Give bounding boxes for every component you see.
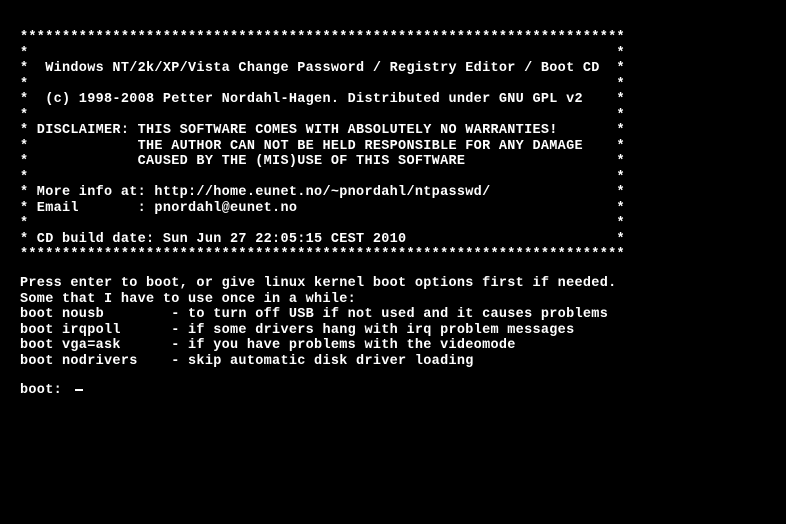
banner-row: * More info at: http://home.eunet.no/~pn… xyxy=(20,185,766,201)
instructions-intro: Some that I have to use once in a while: xyxy=(20,292,766,308)
banner-row: * * xyxy=(20,46,766,62)
banner-row: * CAUSED BY THE (MIS)USE OF THIS SOFTWAR… xyxy=(20,154,766,170)
banner-row: * THE AUTHOR CAN NOT BE HELD RESPONSIBLE… xyxy=(20,139,766,155)
banner-row: * CD build date: Sun Jun 27 22:05:15 CES… xyxy=(20,232,766,248)
banner-row: * * xyxy=(20,77,766,93)
banner-row: * DISCLAIMER: THIS SOFTWARE COMES WITH A… xyxy=(20,123,766,139)
banner-row: * (c) 1998-2008 Petter Nordahl-Hagen. Di… xyxy=(20,92,766,108)
banner-row: * * xyxy=(20,216,766,232)
boot-prompt-input[interactable] xyxy=(70,383,72,399)
boot-option: boot nodrivers - skip automatic disk dri… xyxy=(20,354,766,370)
banner-border-bottom: ****************************************… xyxy=(20,247,766,263)
cursor-icon xyxy=(75,389,83,391)
banner-border-top: ****************************************… xyxy=(20,30,766,46)
banner-row: * * xyxy=(20,170,766,186)
boot-option: boot nousb - to turn off USB if not used… xyxy=(20,307,766,323)
instructions-block: Press enter to boot, or give linux kerne… xyxy=(20,276,766,369)
instructions-intro: Press enter to boot, or give linux kerne… xyxy=(20,276,766,292)
boot-option: boot vga=ask - if you have problems with… xyxy=(20,338,766,354)
banner-row: * Email : pnordahl@eunet.no * xyxy=(20,201,766,217)
boot-banner: ****************************************… xyxy=(20,30,766,263)
spacer xyxy=(20,369,766,383)
spacer xyxy=(20,263,766,277)
banner-row: * * xyxy=(20,108,766,124)
boot-option: boot irqpoll - if some drivers hang with… xyxy=(20,323,766,339)
banner-row: * Windows NT/2k/XP/Vista Change Password… xyxy=(20,61,766,77)
boot-prompt-row[interactable]: boot: xyxy=(20,383,766,399)
boot-prompt-label: boot: xyxy=(20,383,70,399)
